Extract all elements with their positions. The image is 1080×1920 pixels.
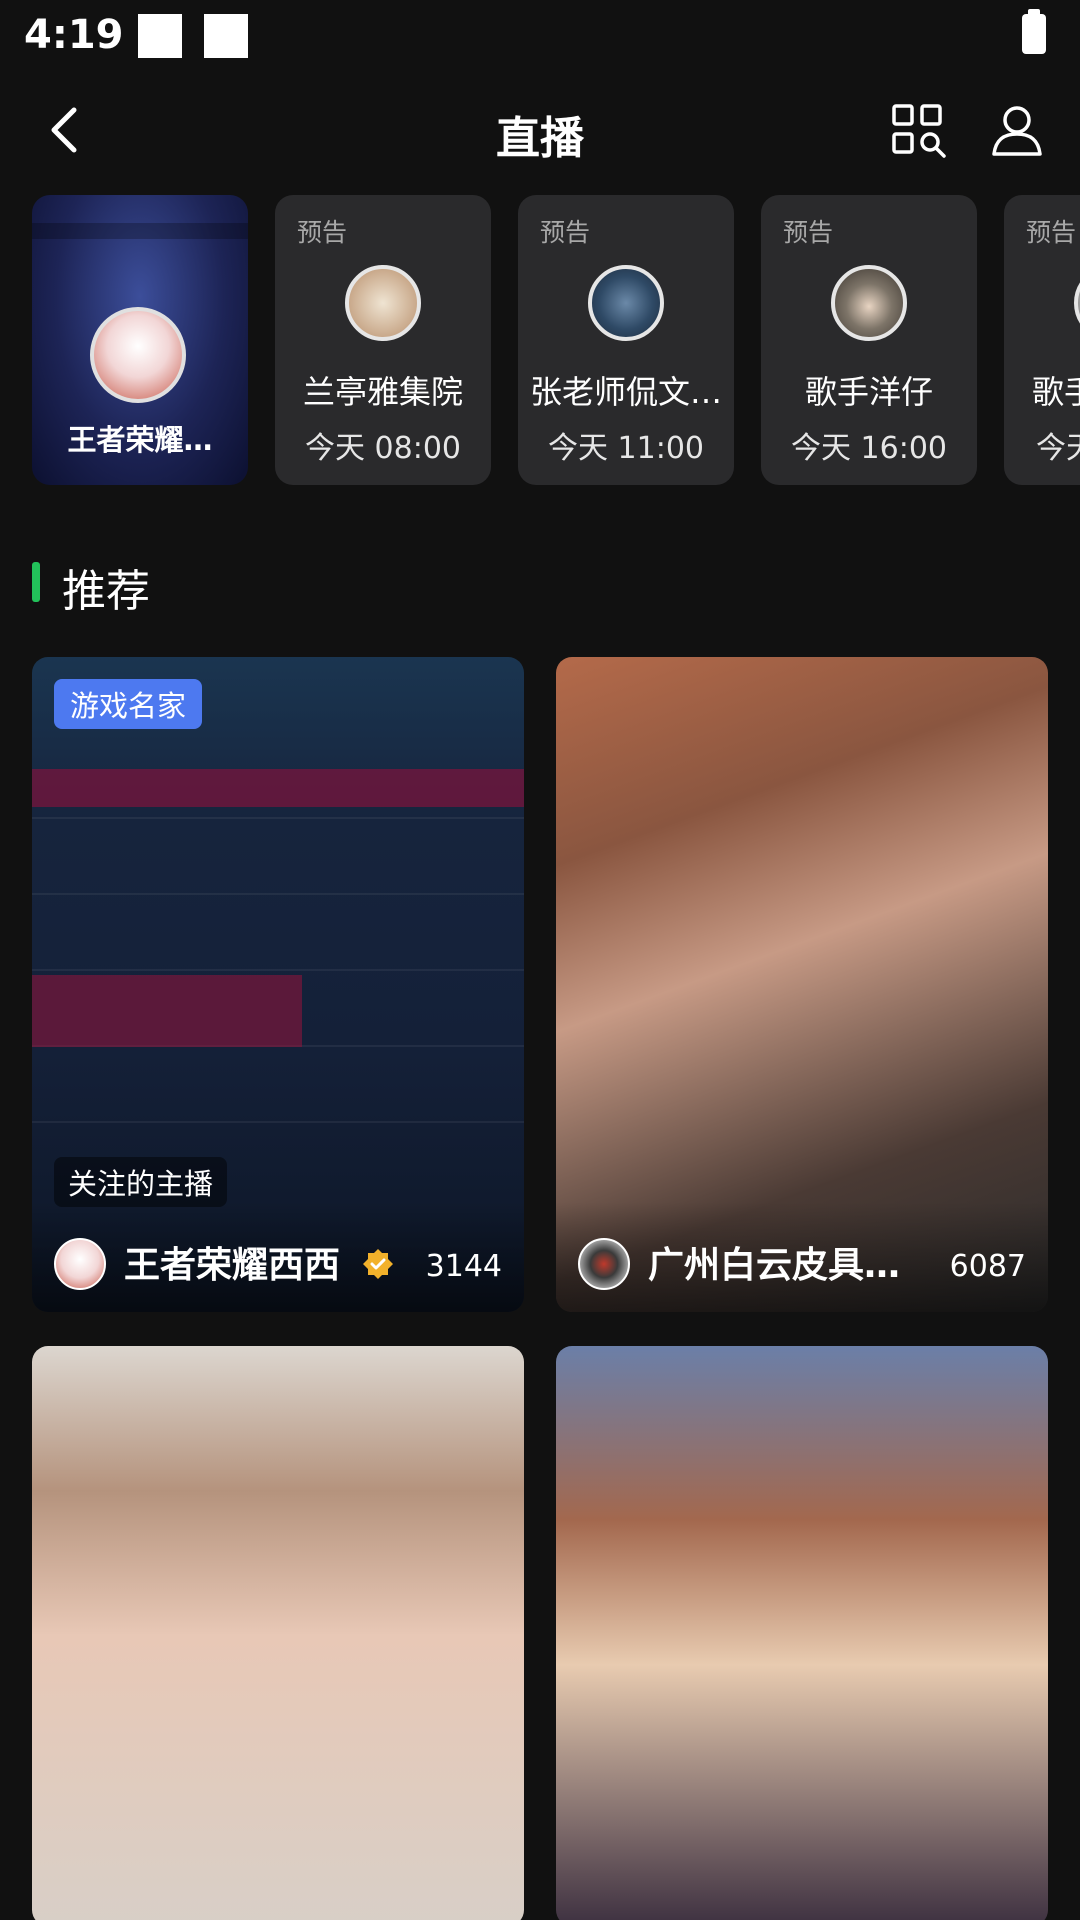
preview-time: 今天 16:00: [791, 431, 947, 466]
stream-card[interactable]: [32, 1346, 524, 1920]
preview-card[interactable]: 预告 歌手洋仔 今天 16:00: [761, 195, 977, 485]
preview-label: 预告: [297, 218, 348, 247]
stream-card[interactable]: 广州白云皮具… 6087: [556, 657, 1048, 1312]
live-carousel[interactable]: 王者荣耀… 预告 兰亭雅集院 今天 08:00 预告 张老师侃文… 今天 11:…: [0, 195, 1080, 487]
notification-icon: [138, 14, 182, 58]
followed-tag: 关注的主播: [54, 1157, 228, 1207]
preview-name: 兰亭雅集院: [302, 373, 463, 411]
avatar: [90, 307, 186, 403]
live-now-card[interactable]: 王者荣耀…: [32, 195, 248, 485]
section-title: 推荐: [62, 566, 150, 617]
scoreboard-highlight-row: [32, 975, 302, 1047]
preview-name: 歌手洋仔: [804, 373, 933, 411]
viewer-count: 3144: [425, 1249, 502, 1284]
battery-icon: [1022, 9, 1046, 54]
status-time: 4:19: [24, 12, 124, 58]
category-tag: 游戏名家: [54, 679, 203, 729]
header: 直播: [0, 80, 1080, 180]
preview-label: 预告: [783, 218, 834, 247]
streamer-name: 王者荣耀西西: [124, 1245, 341, 1286]
live-streamer-name: 王者荣耀…: [67, 423, 213, 457]
avatar: [1074, 265, 1080, 341]
streamer-name: 广州白云皮具…: [648, 1245, 901, 1286]
game-scoreboard-header: [32, 769, 524, 807]
preview-time: 今天 11:00: [548, 431, 704, 466]
preview-time: 今天 08:00: [305, 431, 461, 466]
profile-button[interactable]: [988, 102, 1046, 160]
status-bar: 4:19: [0, 0, 1080, 76]
avatar: [588, 265, 664, 341]
grid-search-icon: [892, 104, 946, 158]
verified-badge-icon: [363, 1249, 393, 1279]
preview-label: 预告: [1026, 218, 1077, 247]
preview-time: 今天: [1036, 431, 1080, 466]
preview-label: 预告: [540, 218, 591, 247]
stream-card[interactable]: [556, 1346, 1048, 1920]
avatar: [54, 1238, 106, 1290]
section-accent-bar: [32, 562, 40, 602]
notification-icon: [204, 14, 248, 58]
scan-button[interactable]: [890, 102, 948, 160]
preview-card[interactable]: 预告 张老师侃文… 今天 11:00: [518, 195, 734, 485]
card-footer: 广州白云皮具… 6087: [556, 1202, 1048, 1312]
preview-card[interactable]: 预告 歌手 今天: [1004, 195, 1080, 485]
preview-name: 张老师侃文…: [529, 373, 722, 411]
avatar: [578, 1238, 630, 1290]
preview-name: 歌手: [1032, 373, 1080, 411]
user-icon: [992, 106, 1042, 156]
avatar: [345, 265, 421, 341]
preview-card[interactable]: 预告 兰亭雅集院 今天 08:00: [275, 195, 491, 485]
card-footer: 王者荣耀西西 3144: [32, 1202, 524, 1312]
stream-card[interactable]: 游戏名家 关注的主播 王者荣耀西西 3144: [32, 657, 524, 1312]
game-hud-strip: [32, 223, 248, 239]
viewer-count: 6087: [949, 1249, 1026, 1284]
avatar: [831, 265, 907, 341]
